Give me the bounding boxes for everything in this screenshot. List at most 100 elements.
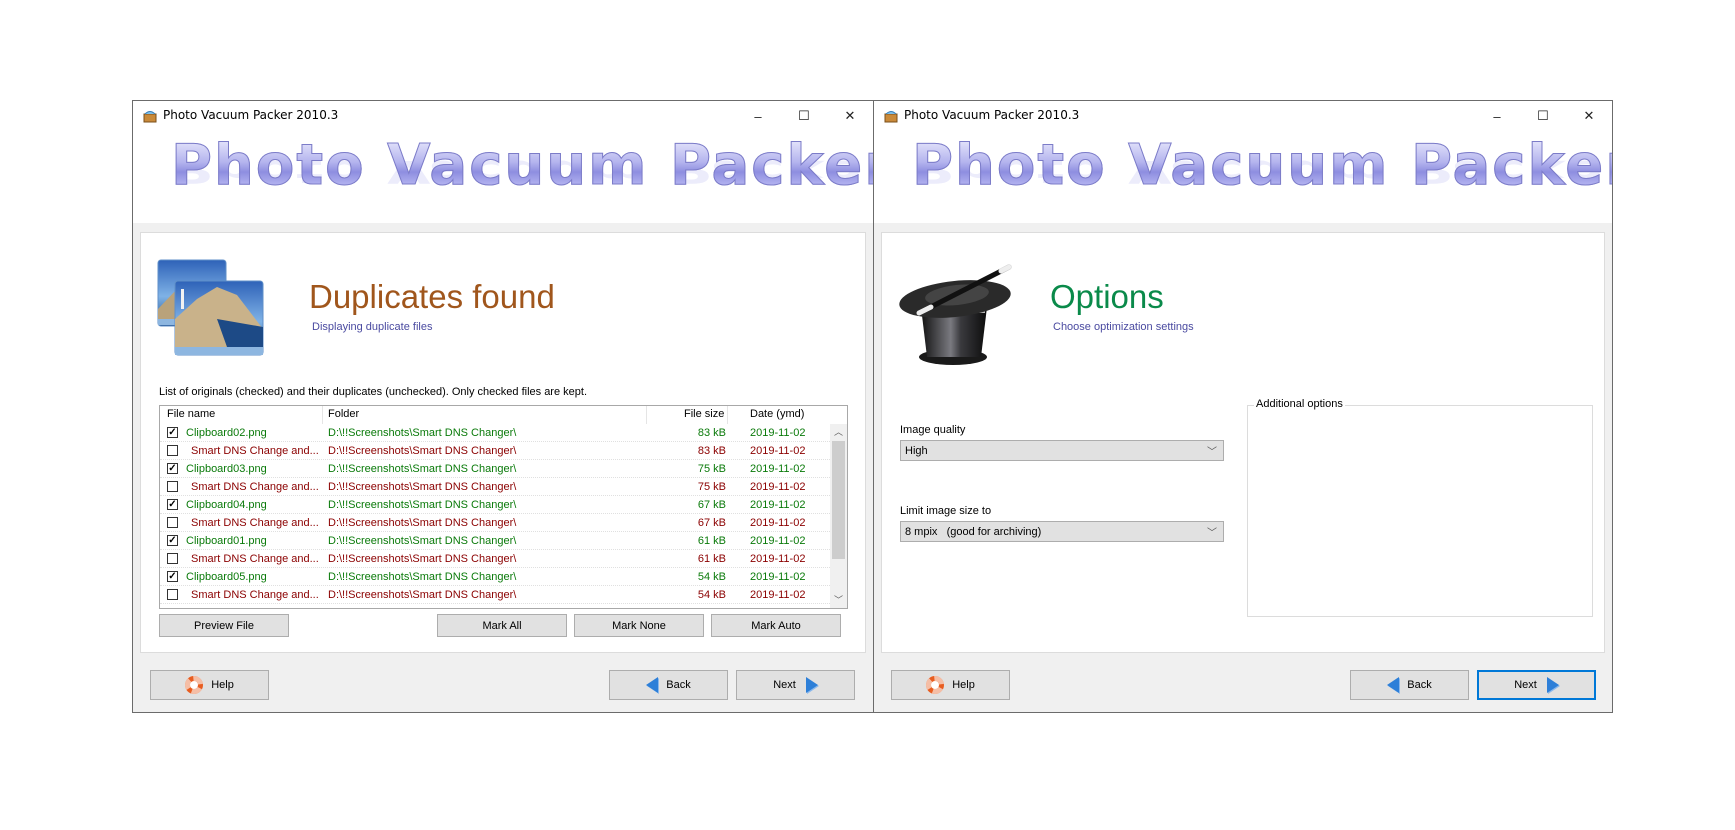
page-subtitle: Displaying duplicate files [312, 321, 433, 333]
magic-hat-icon [899, 264, 1012, 365]
checkbox-checked[interactable]: ✓ [167, 463, 178, 474]
file-name-cell: Smart DNS Change and... [191, 553, 319, 565]
table-row[interactable]: ✓ Clipboard01.png D:\!!Screenshots\Smart D… [160, 532, 830, 550]
table-row[interactable]: Smart DNS Change and... D:\!!Screenshots\… [160, 478, 830, 496]
help-label: Help [952, 679, 975, 691]
duplicates-list[interactable]: File name Folder File size Date (ymd) ✓ C… [159, 405, 848, 609]
mark-none-button[interactable]: Mark None [574, 614, 704, 637]
title-bar[interactable]: Photo Vacuum Packer 2010.3 – ☐ ✕ [874, 101, 1612, 131]
checkbox-checked[interactable]: ✓ [167, 499, 178, 510]
file-name-cell: Smart DNS Change and... [191, 481, 319, 493]
date-cell: 2019-11-02 [750, 481, 806, 493]
checkbox-unchecked[interactable] [167, 589, 178, 600]
additional-options-label: Additional options [1254, 398, 1345, 410]
table-row[interactable]: ✓ Clipboard04.png D:\!!Screenshots\Smart D… [160, 496, 830, 514]
file-size-cell: 83 kB [697, 445, 726, 457]
app-icon [143, 111, 157, 123]
mark-auto-button[interactable]: Mark Auto [711, 614, 841, 637]
back-button[interactable]: Back [1350, 670, 1469, 700]
table-row[interactable]: Smart DNS Change and... D:\!!Screenshots\… [160, 586, 830, 604]
banner: Photo Vacuum Packer Photo Vacuum Packer [874, 131, 1612, 223]
list-caption: List of originals (checked) and their du… [159, 386, 587, 398]
minimize-button[interactable]: – [735, 101, 781, 131]
lifebuoy-icon [185, 676, 204, 694]
table-row[interactable]: Smart DNS Change and... D:\!!Screenshots\… [160, 550, 830, 568]
checkbox-checked[interactable]: ✓ [167, 535, 178, 546]
page-title: Duplicates found [309, 278, 555, 315]
image-quality-label: Image quality [900, 424, 966, 436]
table-row[interactable]: ✓ Clipboard05.png D:\!!Screenshots\Smart D… [160, 568, 830, 586]
column-date[interactable]: Date (ymd) [750, 408, 804, 420]
checkbox-unchecked[interactable] [167, 445, 178, 456]
file-size-cell: 54 kB [697, 589, 726, 601]
close-button[interactable]: ✕ [827, 101, 873, 131]
file-size-cell: 75 kB [697, 463, 726, 475]
photos-icon [157, 259, 264, 356]
content-panel: Options Choose optimization settings Ima… [881, 232, 1605, 653]
chevron-down-icon: ﹀ [1207, 528, 1217, 539]
mark-all-label: Mark All [482, 619, 522, 632]
column-divider[interactable] [727, 406, 728, 424]
date-cell: 2019-11-02 [750, 427, 806, 439]
date-cell: 2019-11-02 [750, 499, 806, 511]
checkbox-unchecked[interactable] [167, 517, 178, 528]
column-file-name[interactable]: File name [167, 408, 215, 420]
mark-all-button[interactable]: Mark All [437, 614, 567, 637]
table-row[interactable]: Smart DNS Change and... D:\!!Screenshots\… [160, 442, 830, 460]
column-divider[interactable] [646, 406, 647, 424]
table-row[interactable]: ✓ Clipboard02.png D:\!!Screenshots\Smart D… [160, 424, 830, 442]
checkbox-checked[interactable]: ✓ [167, 571, 178, 582]
scrollbar-thumb[interactable] [832, 441, 845, 559]
date-cell: 2019-11-02 [750, 553, 806, 565]
preview-file-button[interactable]: Preview File [159, 614, 289, 637]
date-cell: 2019-11-02 [750, 589, 806, 601]
table-row[interactable]: ✓ Clipboard03.png D:\!!Screenshots\Smart D… [160, 460, 830, 478]
file-name-cell: Smart DNS Change and... [191, 589, 319, 601]
column-divider[interactable] [322, 406, 323, 424]
image-quality-select[interactable]: High ﹀ [900, 440, 1224, 461]
window-duplicates: Photo Vacuum Packer 2010.3 – ☐ ✕ Photo V… [132, 100, 874, 713]
title-bar[interactable]: Photo Vacuum Packer 2010.3 – ☐ ✕ [133, 101, 873, 131]
help-button[interactable]: Help [891, 670, 1010, 700]
checkbox-checked[interactable]: ✓ [167, 427, 178, 438]
folder-cell: D:\!!Screenshots\Smart DNS Changer\ [328, 427, 517, 439]
column-file-size[interactable]: File size [684, 408, 724, 420]
file-name-cell: Clipboard04.png [186, 499, 267, 511]
window-title: Photo Vacuum Packer 2010.3 [904, 108, 1080, 122]
column-folder[interactable]: Folder [328, 408, 359, 420]
scroll-up-icon[interactable]: ︿ [830, 424, 847, 440]
help-button[interactable]: Help [150, 670, 269, 700]
back-label: Back [1407, 679, 1432, 691]
file-size-cell: 75 kB [697, 481, 726, 493]
file-size-cell: 67 kB [697, 499, 726, 511]
limit-size-select[interactable]: 8 mpix (good for archiving) ﹀ [900, 521, 1224, 542]
folder-cell: D:\!!Screenshots\Smart DNS Changer\ [328, 481, 517, 493]
checkbox-unchecked[interactable] [167, 481, 178, 492]
mark-none-label: Mark None [612, 619, 666, 632]
table-row[interactable]: Smart DNS Change and... D:\!!Screenshots\… [160, 514, 830, 532]
list-header: File name Folder File size Date (ymd) [160, 406, 830, 424]
date-cell: 2019-11-02 [750, 463, 806, 475]
maximize-button[interactable]: ☐ [1520, 101, 1566, 131]
limit-size-label: Limit image size to [900, 505, 992, 517]
mark-auto-label: Mark Auto [751, 619, 801, 632]
arrow-right-icon [805, 677, 818, 693]
next-button[interactable]: Next [736, 670, 855, 700]
preview-file-label: Preview File [194, 619, 254, 632]
page-title: Options [1050, 278, 1164, 315]
banner-logo: Photo Vacuum Packer [171, 133, 873, 199]
scroll-down-icon[interactable]: ﹀ [830, 592, 847, 608]
close-button[interactable]: ✕ [1566, 101, 1612, 131]
list-scrollbar[interactable]: ︿ ﹀ [830, 424, 847, 608]
back-button[interactable]: Back [609, 670, 728, 700]
limit-size-value: 8 mpix (good for archiving) [905, 526, 1042, 538]
app-icon [884, 111, 898, 123]
date-cell: 2019-11-02 [750, 445, 806, 457]
next-button[interactable]: Next [1477, 670, 1596, 700]
minimize-button[interactable]: – [1474, 101, 1520, 131]
maximize-button[interactable]: ☐ [781, 101, 827, 131]
checkbox-unchecked[interactable] [167, 553, 178, 564]
file-name-cell: Smart DNS Change and... [191, 445, 319, 457]
file-name-cell: Smart DNS Change and... [191, 517, 319, 529]
file-name-cell: Clipboard02.png [186, 427, 267, 439]
